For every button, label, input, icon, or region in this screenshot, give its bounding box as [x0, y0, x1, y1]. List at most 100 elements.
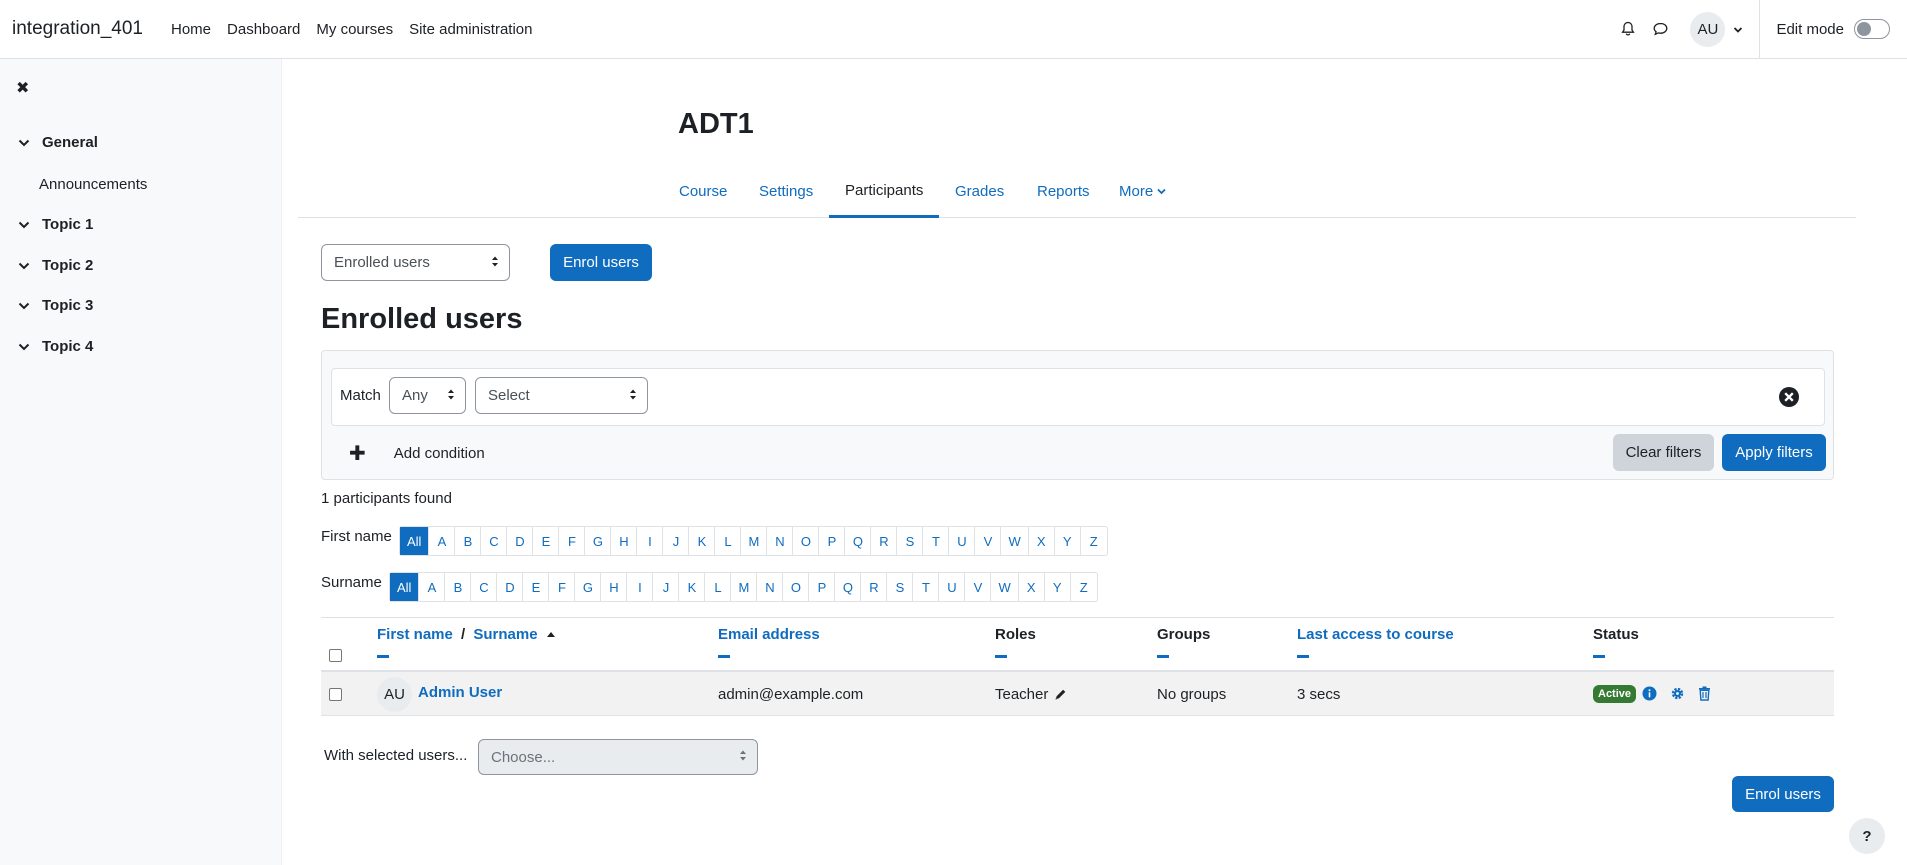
nav-my-courses[interactable]: My courses	[316, 13, 393, 46]
section-label[interactable]: Topic 3	[42, 297, 93, 314]
firstname-initial-f[interactable]: F	[559, 527, 586, 555]
surname-initial-i[interactable]: I	[627, 573, 654, 601]
firstname-initial-d[interactable]: D	[507, 527, 534, 555]
surname-initial-all[interactable]: All	[390, 573, 420, 601]
surname-initial-v[interactable]: V	[965, 573, 992, 601]
firstname-initial-n[interactable]: N	[767, 527, 794, 555]
gear-icon[interactable]	[1670, 686, 1686, 702]
firstname-initial-o[interactable]: O	[793, 527, 820, 555]
chat-icon[interactable]	[1648, 17, 1672, 41]
surname-initial-w[interactable]: W	[991, 573, 1019, 601]
tab-participants[interactable]: Participants	[829, 165, 940, 218]
surname-initial-f[interactable]: F	[549, 573, 576, 601]
collapse-column-icon[interactable]	[718, 655, 730, 658]
firstname-initial-j[interactable]: J	[663, 527, 690, 555]
section-label[interactable]: Topic 2	[42, 257, 93, 274]
section-general[interactable]: General	[18, 134, 98, 151]
surname-initial-a[interactable]: A	[419, 573, 446, 601]
firstname-initial-l[interactable]: L	[715, 527, 742, 555]
close-icon[interactable]: ✖	[16, 78, 29, 98]
firstname-initial-b[interactable]: B	[455, 527, 482, 555]
firstname-initial-h[interactable]: H	[611, 527, 638, 555]
section-topic-2[interactable]: Topic 2	[18, 257, 93, 274]
bell-icon[interactable]	[1616, 17, 1640, 41]
section-topic-4[interactable]: Topic 4	[18, 338, 93, 355]
edit-mode-toggle[interactable]	[1854, 19, 1890, 39]
firstname-initial-z[interactable]: Z	[1081, 527, 1107, 555]
surname-initial-j[interactable]: J	[653, 573, 680, 601]
firstname-initial-all[interactable]: All	[400, 527, 430, 555]
firstname-initial-i[interactable]: I	[637, 527, 664, 555]
row-select-checkbox[interactable]	[329, 687, 342, 701]
nav-home[interactable]: Home	[171, 13, 211, 46]
tab-settings[interactable]: Settings	[743, 165, 829, 218]
surname-initial-y[interactable]: Y	[1045, 573, 1071, 601]
select-all-checkbox[interactable]	[329, 649, 342, 662]
clear-filters-button[interactable]: Clear filters	[1613, 434, 1714, 471]
chevron-down-icon[interactable]	[18, 301, 32, 311]
add-condition-button[interactable]: ✚ Add condition	[349, 441, 485, 466]
firstname-initial-s[interactable]: S	[897, 527, 924, 555]
firstname-initial-e[interactable]: E	[533, 527, 560, 555]
firstname-initial-u[interactable]: U	[949, 527, 976, 555]
site-brand[interactable]: integration_401	[12, 18, 143, 40]
nav-site-administration[interactable]: Site administration	[409, 13, 532, 46]
firstname-initial-a[interactable]: A	[429, 527, 456, 555]
collapse-column-icon[interactable]	[1593, 655, 1605, 658]
firstname-initial-g[interactable]: G	[585, 527, 612, 555]
enrol-users-button[interactable]: Enrol users	[550, 244, 652, 281]
firstname-initial-k[interactable]: K	[689, 527, 716, 555]
surname-initial-l[interactable]: L	[705, 573, 732, 601]
nav-dashboard[interactable]: Dashboard	[227, 13, 300, 46]
filter-type-select[interactable]: Select	[475, 377, 648, 414]
section-label[interactable]: General	[42, 134, 98, 151]
firstname-initial-x[interactable]: X	[1029, 527, 1055, 555]
user-profile-link[interactable]: Admin User	[418, 684, 502, 701]
surname-initial-e[interactable]: E	[523, 573, 550, 601]
info-icon[interactable]	[1642, 686, 1658, 702]
collapse-column-icon[interactable]	[1297, 655, 1309, 658]
surname-initial-q[interactable]: Q	[835, 573, 862, 601]
surname-initial-x[interactable]: X	[1019, 573, 1045, 601]
bulk-action-select[interactable]: Choose...	[478, 739, 758, 775]
apply-filters-button[interactable]: Apply filters	[1722, 434, 1826, 471]
firstname-initial-w[interactable]: W	[1001, 527, 1029, 555]
chevron-down-icon[interactable]	[18, 138, 32, 148]
firstname-initial-r[interactable]: R	[871, 527, 898, 555]
sort-email-link[interactable]: Email address	[718, 626, 820, 643]
tab-grades[interactable]: Grades	[939, 165, 1020, 218]
trash-icon[interactable]	[1698, 686, 1714, 702]
chevron-down-icon[interactable]	[18, 342, 32, 352]
enrol-users-button-bottom[interactable]: Enrol users	[1732, 776, 1834, 812]
surname-initial-g[interactable]: G	[575, 573, 602, 601]
surname-initial-u[interactable]: U	[939, 573, 966, 601]
firstname-initial-t[interactable]: T	[923, 527, 950, 555]
surname-initial-s[interactable]: S	[887, 573, 914, 601]
section-topic-3[interactable]: Topic 3	[18, 297, 93, 314]
chevron-down-icon[interactable]	[18, 220, 32, 230]
firstname-initial-y[interactable]: Y	[1055, 527, 1081, 555]
remove-filter-icon[interactable]	[1778, 386, 1800, 408]
surname-initial-t[interactable]: T	[913, 573, 940, 601]
firstname-initial-q[interactable]: Q	[845, 527, 872, 555]
chevron-down-icon[interactable]	[18, 261, 32, 271]
surname-initial-z[interactable]: Z	[1071, 573, 1097, 601]
tab-more[interactable]: More	[1103, 165, 1182, 218]
surname-initial-p[interactable]: P	[809, 573, 836, 601]
tab-reports[interactable]: Reports	[1021, 165, 1106, 218]
firstname-initial-p[interactable]: P	[819, 527, 846, 555]
section-label[interactable]: Topic 1	[42, 216, 93, 233]
collapse-column-icon[interactable]	[1157, 655, 1169, 658]
surname-initial-r[interactable]: R	[861, 573, 888, 601]
pencil-icon[interactable]	[1054, 688, 1067, 701]
user-menu[interactable]: AU	[1690, 11, 1743, 47]
sort-surname-link[interactable]: Surname	[473, 626, 537, 643]
firstname-initial-c[interactable]: C	[481, 527, 508, 555]
sort-firstname-link[interactable]: First name	[377, 626, 453, 643]
surname-initial-d[interactable]: D	[497, 573, 524, 601]
sort-last-access-link[interactable]: Last access to course	[1297, 626, 1454, 643]
match-select[interactable]: Any	[389, 377, 466, 414]
firstname-initial-v[interactable]: V	[975, 527, 1002, 555]
course-index-item-announcements[interactable]: Announcements	[39, 176, 147, 193]
surname-initial-o[interactable]: O	[783, 573, 810, 601]
